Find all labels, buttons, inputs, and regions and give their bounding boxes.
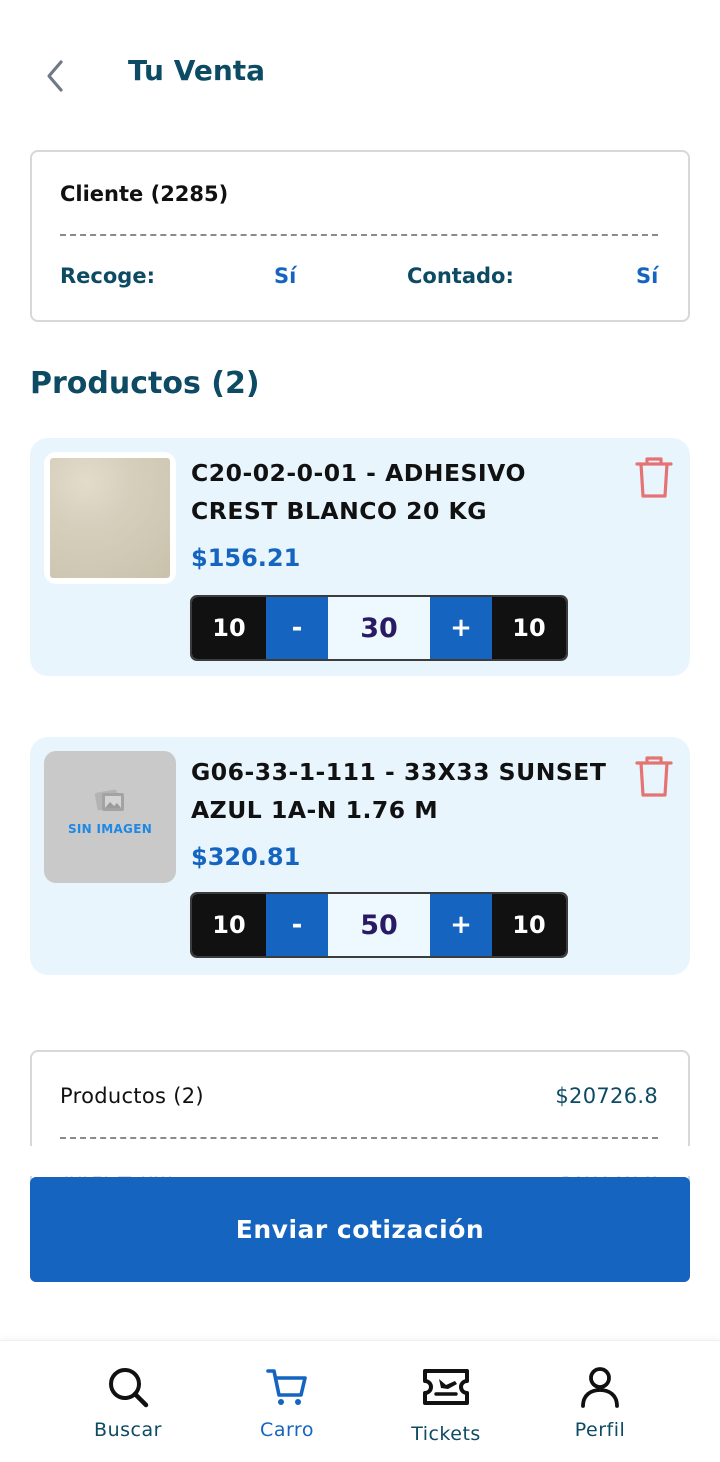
- product-image: [44, 452, 176, 584]
- product-name: C20-02-0-01 - ADHESIVO CREST BLANCO 20 K…: [191, 459, 526, 525]
- recoge-label: Recoge:: [60, 264, 155, 288]
- chevron-left-icon: [47, 60, 63, 92]
- summary-products-label: Productos (2): [60, 1084, 204, 1108]
- user-icon: [581, 1367, 619, 1408]
- nav-label: Buscar: [94, 1419, 162, 1441]
- decrement-step-button[interactable]: 10: [192, 894, 266, 956]
- page-title: Tu Venta: [128, 54, 266, 87]
- divider: [60, 1137, 658, 1139]
- image-placeholder-icon: [94, 789, 124, 811]
- send-quote-button[interactable]: Enviar cotización: [30, 1177, 690, 1282]
- plus-button[interactable]: +: [430, 894, 492, 956]
- summary-products-value: $20726.8: [555, 1084, 658, 1108]
- nav-item-carro[interactable]: Carro: [227, 1365, 347, 1441]
- quantity-value[interactable]: 30: [328, 597, 430, 659]
- nav-item-perfil[interactable]: Perfil: [540, 1365, 660, 1441]
- plus-button[interactable]: +: [430, 597, 492, 659]
- quantity-stepper: 10 - 50 + 10: [190, 892, 568, 958]
- delete-button[interactable]: [634, 456, 674, 504]
- nav-item-tickets[interactable]: Tickets: [386, 1365, 506, 1445]
- nav-label: Tickets: [411, 1423, 481, 1445]
- contado-label: Contado:: [407, 264, 514, 288]
- delete-button[interactable]: [634, 755, 674, 803]
- cart-icon: [266, 1369, 307, 1405]
- search-icon: [109, 1368, 149, 1408]
- ticket-icon: [423, 1369, 469, 1405]
- product-card: C20-02-0-01 - ADHESIVO CREST BLANCO 20 K…: [30, 438, 690, 676]
- minus-button[interactable]: -: [266, 894, 328, 956]
- minus-button[interactable]: -: [266, 597, 328, 659]
- decrement-step-button[interactable]: 10: [192, 597, 266, 659]
- nav-item-buscar[interactable]: Buscar: [68, 1365, 188, 1441]
- scroll-fade: [0, 1146, 720, 1176]
- increment-step-button[interactable]: 10: [492, 894, 566, 956]
- client-name: Cliente (2285): [60, 182, 229, 206]
- product-image-placeholder: SIN IMAGEN: [44, 751, 176, 883]
- nav-label: Perfil: [574, 1419, 626, 1441]
- bottom-navigation: Buscar Carro Tickets Perfil: [0, 1340, 720, 1462]
- back-button[interactable]: [40, 58, 70, 94]
- client-card: Cliente (2285) Recoge: Sí Contado: Sí: [30, 150, 690, 322]
- trash-icon: [635, 756, 673, 797]
- divider: [60, 234, 658, 236]
- contado-value: Sí: [636, 264, 659, 288]
- nav-label: Carro: [260, 1419, 314, 1441]
- app-header: Tu Venta: [0, 0, 720, 150]
- product-price: $320.81: [191, 843, 301, 871]
- quantity-stepper: 10 - 30 + 10: [190, 595, 568, 661]
- product-price: $156.21: [191, 544, 301, 572]
- no-image-label: SIN IMAGEN: [67, 822, 153, 836]
- product-name: G06-33-1-111 - 33X33 SUNSET AZUL 1A-N 1.…: [191, 758, 607, 824]
- trash-icon: [635, 457, 673, 498]
- increment-step-button[interactable]: 10: [492, 597, 566, 659]
- product-card: SIN IMAGEN G06-33-1-111 - 33X33 SUNSET A…: [30, 737, 690, 975]
- quantity-value[interactable]: 50: [328, 894, 430, 956]
- products-section-title: Productos (2): [30, 366, 260, 401]
- recoge-value: Sí: [274, 264, 297, 288]
